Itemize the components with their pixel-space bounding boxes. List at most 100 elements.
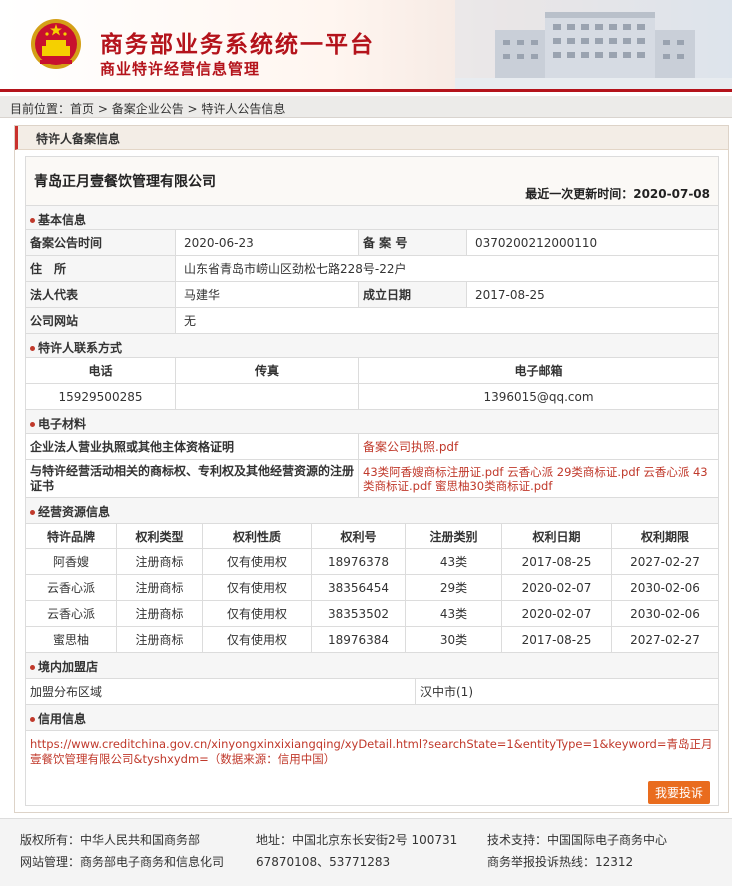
breadcrumb-home-link[interactable]: 首页 [70, 102, 94, 116]
last-updated-value: 2020-07-08 [633, 187, 710, 201]
section-materials: 电子材料 [26, 410, 718, 434]
breadcrumb-separator: > [94, 102, 112, 116]
cell-right-nature: 仅有使用权 [203, 575, 312, 600]
material-row: 企业法人营业执照或其他主体资格证明 备案公司执照.pdf [26, 434, 718, 460]
cell-right-type: 注册商标 [117, 601, 203, 626]
region-value: 汉中市(1) [420, 685, 473, 699]
national-emblem-icon [31, 19, 81, 69]
last-updated-label: 最近一次更新时间： [525, 187, 634, 201]
breadcrumb-separator: > [183, 102, 202, 116]
section-credit: 信用信息 [26, 705, 718, 731]
info-row: 法人代表 马建华 成立日期 2017-08-25 [26, 282, 718, 308]
cell-right-term: 2030-02-06 [630, 580, 700, 595]
cell-right-type: 注册商标 [117, 549, 203, 574]
company-header: 青岛正月壹餐饮管理有限公司 最近一次更新时间：2020-07-08 [26, 157, 718, 206]
footer-support: 技术支持：中国国际电子商务中心 [487, 833, 668, 847]
complain-button[interactable]: 我要投诉 [648, 781, 710, 804]
cell-right-type: 注册商标 [117, 627, 203, 652]
address-value: 山东省青岛市崂山区劲松七路228号-22户 [184, 262, 407, 276]
material-row: 与特许经营活动相关的商标权、专利权及其他经营资源的注册证书 43类阿香嫂商标注册… [26, 460, 718, 498]
panel-title: 特许人备案信息 [15, 126, 728, 150]
col-right-no: 权利号 [312, 524, 406, 548]
contact-row: 15929500285 1396015@qq.com [26, 384, 718, 410]
table-row: 阿香嫂 注册商标 仅有使用权 18976378 43类 2017-08-25 2… [26, 549, 718, 575]
cell-right-type: 注册商标 [117, 575, 203, 600]
cell-class: 43类 [406, 601, 502, 626]
col-right-type: 权利类型 [117, 524, 203, 548]
site-title: 商务部业务系统统一平台 [100, 32, 375, 58]
section-title: 境内加盟店 [38, 660, 99, 674]
section-title: 经营资源信息 [38, 505, 111, 519]
phone-header: 电话 [26, 358, 176, 383]
cell-right-date: 2020-02-07 [502, 575, 612, 600]
bullet-icon [30, 422, 35, 427]
last-updated: 最近一次更新时间：2020-07-08 [525, 185, 710, 202]
cell-right-nature: 仅有使用权 [203, 627, 312, 652]
contact-header-row: 电话 传真 电子邮箱 [26, 358, 718, 384]
credit-link[interactable]: https://www.creditchina.gov.cn/xinyongxi… [30, 737, 714, 767]
breadcrumb: 目前位置：首页 > 备案企业公告 > 特许人公告信息 [0, 96, 732, 118]
publish-date-label: 备案公告时间 [26, 230, 176, 255]
cell-right-term: 2030-02-06 [630, 606, 700, 621]
footer-manager: 网站管理：商务部电子商务和信息化司 [20, 855, 225, 869]
cell-class: 29类 [406, 575, 502, 600]
stores-row: 加盟分布区域 汉中市(1) [26, 679, 718, 705]
page-footer: 版权所有：中华人民共和国商务部 地址：中国北京东长安街2号 100731 技术支… [0, 818, 732, 886]
email-header: 电子邮箱 [514, 364, 563, 378]
breadcrumb-prefix: 目前位置： [10, 102, 71, 116]
cell-brand: 蜜思柚 [26, 627, 117, 652]
section-title: 基本信息 [38, 213, 87, 227]
cell-brand: 云香心派 [26, 575, 117, 600]
cell-right-no: 18976378 [312, 549, 406, 574]
cell-right-date: 2017-08-25 [502, 627, 612, 652]
col-right-nature: 权利性质 [203, 524, 312, 548]
company-name: 青岛正月壹餐饮管理有限公司 [34, 174, 216, 190]
license-file-link[interactable]: 备案公司执照.pdf [359, 434, 718, 459]
cell-brand: 阿香嫂 [26, 549, 117, 574]
cell-right-nature: 仅有使用权 [203, 549, 312, 574]
cell-right-date: 2017-08-25 [502, 549, 612, 574]
record-no-label: 备 案 号 [359, 230, 467, 255]
cell-class: 30类 [406, 627, 502, 652]
cell-right-nature: 仅有使用权 [203, 601, 312, 626]
page-header: 商务部业务系统统一平台 商业特许经营信息管理 [0, 0, 732, 92]
legal-rep-label: 法人代表 [26, 282, 176, 307]
cell-right-term: 2027-02-27 [630, 554, 700, 569]
cell-right-date: 2020-02-07 [502, 601, 612, 626]
table-row: 蜜思柚 注册商标 仅有使用权 18976384 30类 2017-08-25 2… [26, 627, 718, 653]
established-label: 成立日期 [359, 282, 467, 307]
cell-right-no: 38356454 [312, 575, 406, 600]
breadcrumb-announcements-link[interactable]: 备案企业公告 [112, 102, 184, 116]
publish-date-value: 2020-06-23 [176, 230, 359, 255]
col-class: 注册类别 [406, 524, 502, 548]
record-no-value: 0370200212000110 [475, 235, 598, 250]
filing-panel: 特许人备案信息 青岛正月壹餐饮管理有限公司 最近一次更新时间：2020-07-0… [14, 125, 729, 813]
footer-address: 地址：中国北京东长安街2号 100731 [256, 833, 458, 847]
trademark-label: 与特许经营活动相关的商标权、专利权及其他经营资源的注册证书 [26, 460, 359, 497]
footer-owner: 版权所有：中华人民共和国商务部 [20, 833, 201, 847]
established-value: 2017-08-25 [475, 287, 545, 302]
cell-right-no: 38353502 [312, 601, 406, 626]
section-title: 电子材料 [38, 417, 87, 431]
cell-class: 43类 [406, 549, 502, 574]
table-row: 云香心派 注册商标 仅有使用权 38356454 29类 2020-02-07 … [26, 575, 718, 601]
trademark-file-links[interactable]: 43类阿香嫂商标注册证.pdf 云香心派 29类商标证.pdf 云香心派 43类… [359, 460, 718, 497]
info-row: 备案公告时间 2020-06-23 备 案 号 0370200212000110 [26, 230, 718, 256]
section-contact: 特许人联系方式 [26, 334, 718, 358]
col-right-term: 权利期限 [640, 529, 689, 544]
cell-right-term: 2027-02-27 [630, 632, 700, 647]
cell-brand: 云香心派 [26, 601, 117, 626]
section-title: 信用信息 [38, 712, 87, 726]
phone-value: 15929500285 [26, 384, 176, 409]
bullet-icon [30, 717, 35, 722]
bullet-icon [30, 665, 35, 670]
bullet-icon [30, 218, 35, 223]
section-title: 特许人联系方式 [38, 341, 123, 355]
credit-row: https://www.creditchina.gov.cn/xinyongxi… [26, 731, 718, 775]
legal-rep-value: 马建华 [176, 282, 359, 307]
fax-header: 传真 [176, 358, 359, 383]
section-resources: 经营资源信息 [26, 498, 718, 524]
address-label: 住 所 [26, 256, 176, 281]
region-label: 加盟分布区域 [26, 679, 416, 704]
website-value: 无 [184, 314, 197, 328]
